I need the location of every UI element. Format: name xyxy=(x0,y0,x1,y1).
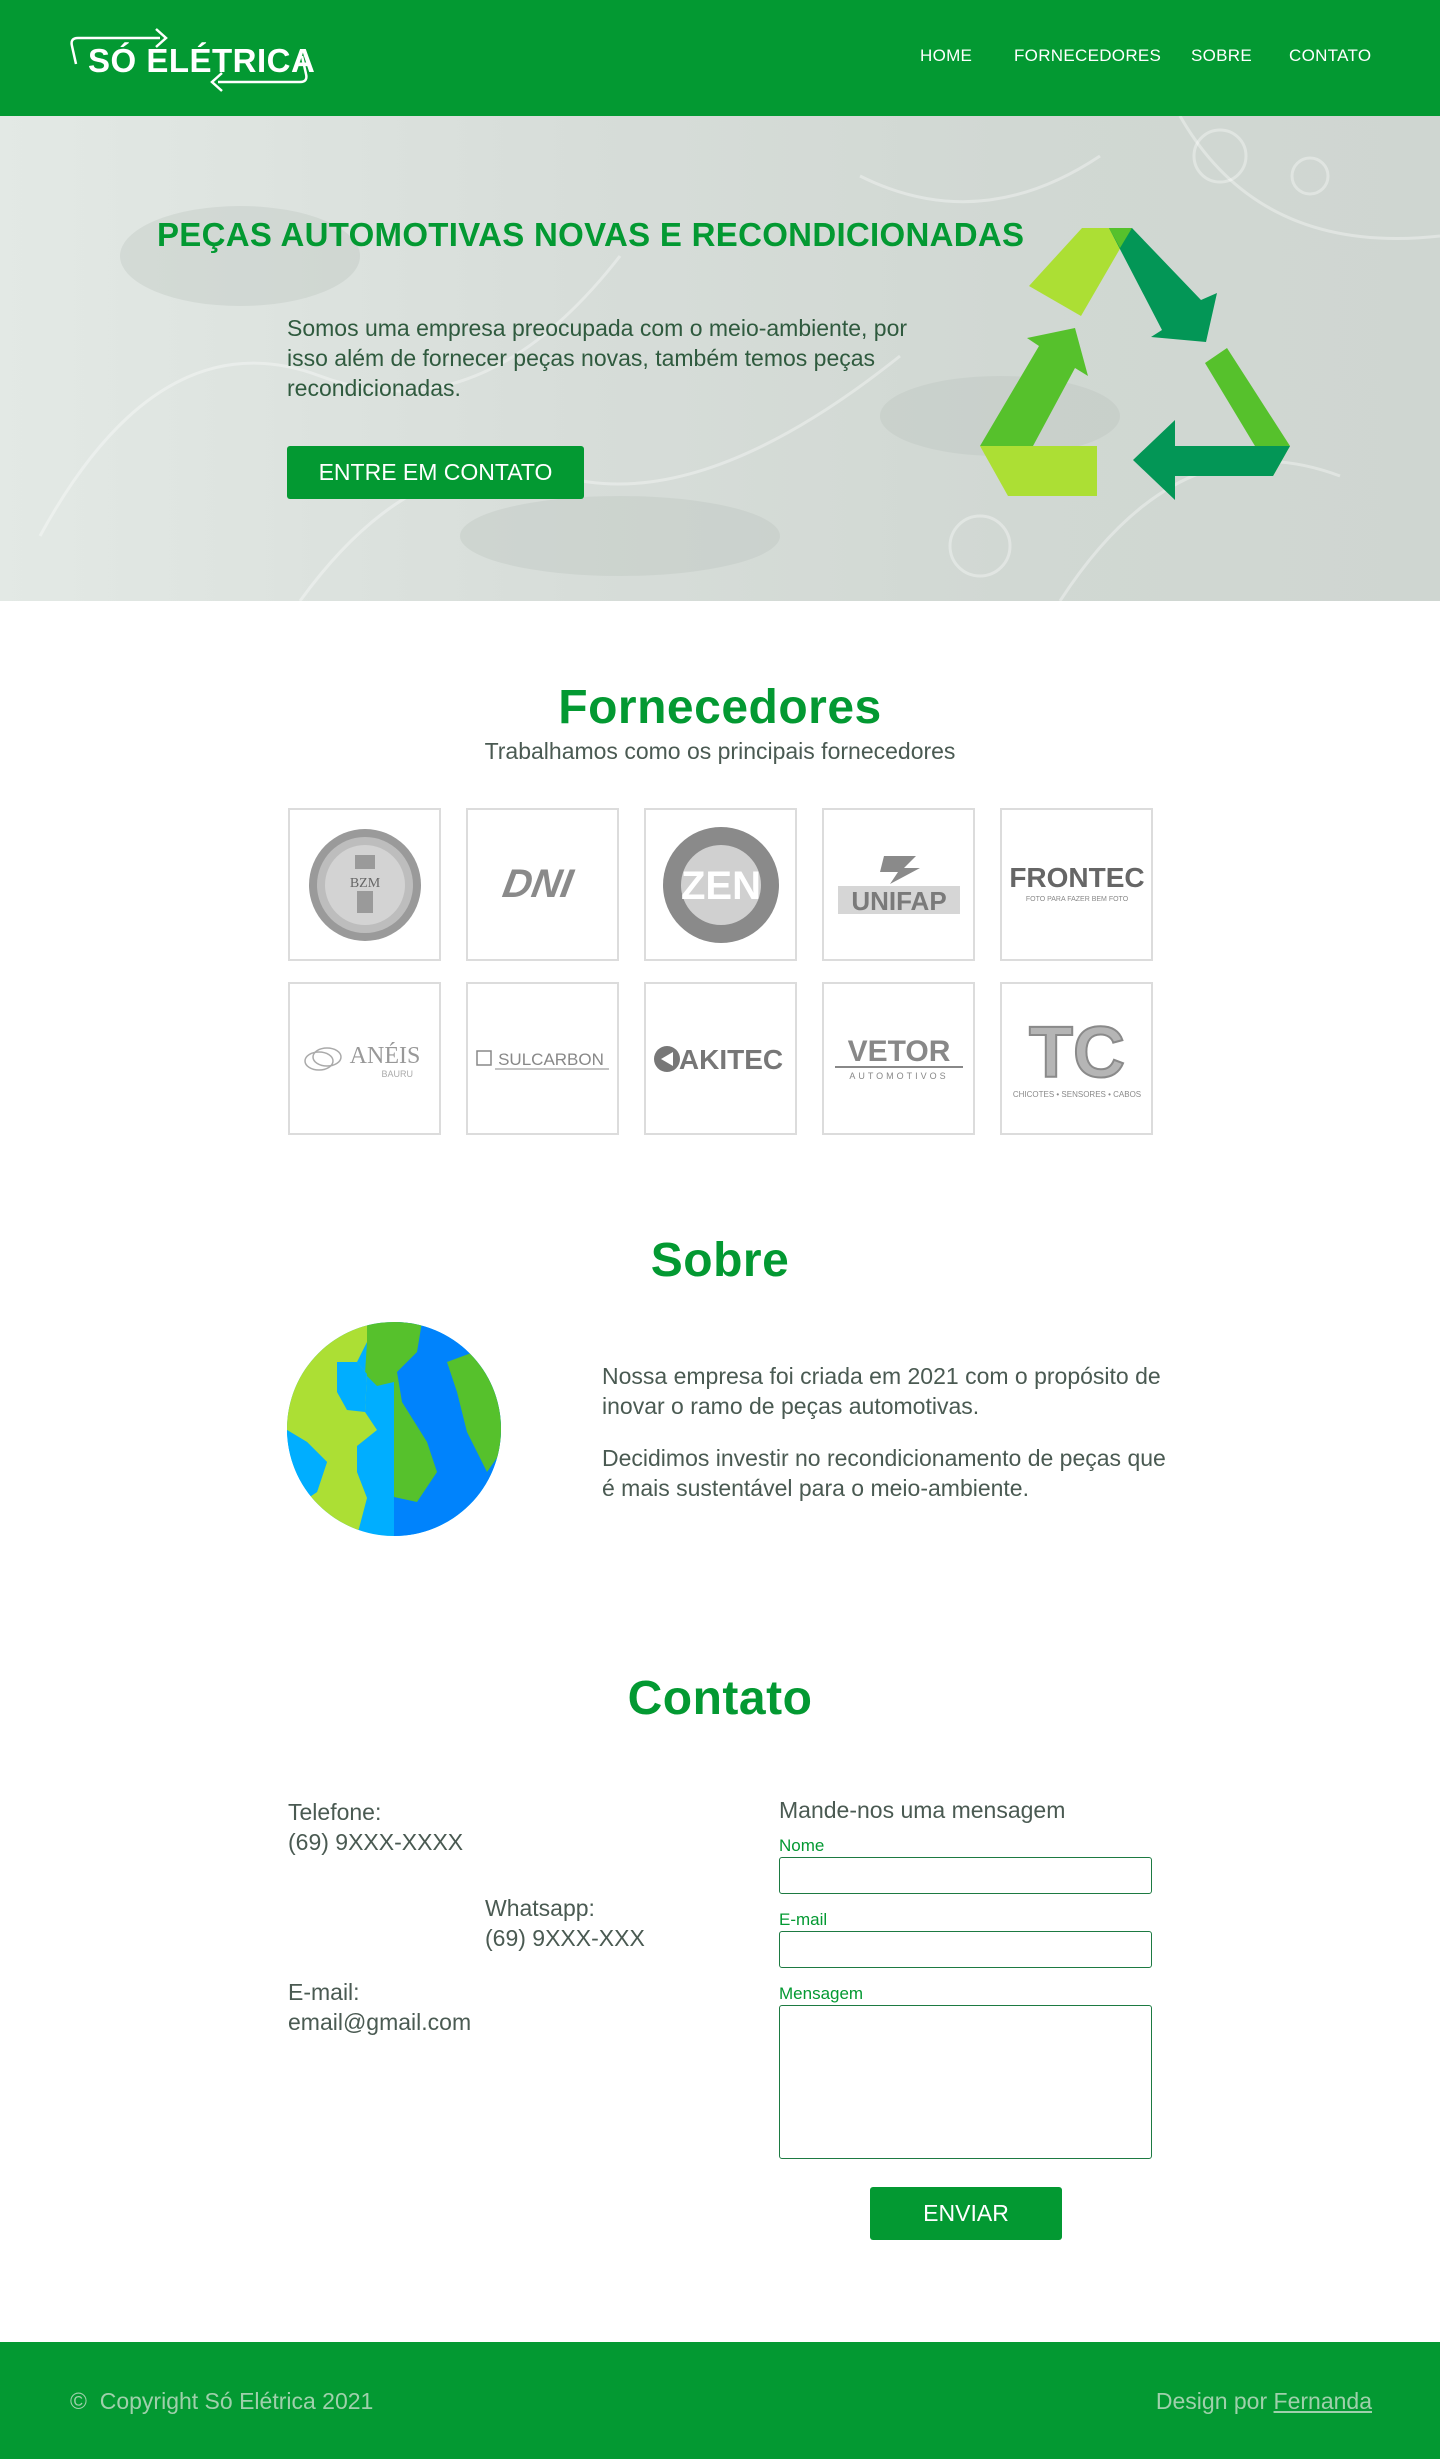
nav-contato[interactable]: CONTATO xyxy=(1289,46,1371,66)
frontec-logo-icon: FRONTEC FOTO PARA FAZER BEM FOTO xyxy=(1009,862,1144,903)
svg-text:TC: TC xyxy=(1029,1013,1125,1093)
dni-logo-icon: DNI xyxy=(499,861,577,906)
name-input[interactable] xyxy=(779,1857,1152,1894)
svg-text:CHICOTES • SENSORES • CABOS: CHICOTES • SENSORES • CABOS xyxy=(1012,1090,1140,1099)
email-input[interactable] xyxy=(779,1931,1152,1968)
site-footer: © Copyright Só Elétrica 2021 Design por … xyxy=(0,2342,1440,2459)
phone-label: Telefone: xyxy=(288,1799,382,1825)
footer-copyright: © Copyright Só Elétrica 2021 xyxy=(70,2388,373,2415)
supplier-logo-unifap[interactable]: UNIFAP xyxy=(822,808,975,961)
copyright-text: Copyright Só Elétrica 2021 xyxy=(99,2388,374,2414)
nav-fornecedores[interactable]: FORNECEDORES xyxy=(1014,46,1161,66)
message-field-label: Mensagem xyxy=(779,1984,864,2003)
whatsapp-value: (69) 9XXX-XXX xyxy=(485,1925,645,1951)
vetor-logo-icon: VETOR AUTOMOTIVOS xyxy=(834,1035,963,1081)
svg-text:AKITEC: AKITEC xyxy=(678,1044,782,1075)
globe-icon xyxy=(287,1322,501,1536)
whatsapp-label: Whatsapp: xyxy=(485,1895,595,1921)
email-label: E-mail: xyxy=(288,1979,360,2005)
svg-text:ANÉIS: ANÉIS xyxy=(349,1043,420,1069)
contact-title: Contato xyxy=(627,1672,813,1725)
zen-logo-icon: ZEN xyxy=(662,826,779,943)
svg-text:DNI: DNI xyxy=(499,861,577,906)
suppliers-subtitle: Trabalhamos como os principais fornecedo… xyxy=(484,738,956,764)
svg-text:FRONTEC: FRONTEC xyxy=(1009,862,1144,893)
send-button[interactable]: ENVIAR xyxy=(870,2187,1062,2240)
supplier-logo-frontec[interactable]: FRONTEC FOTO PARA FAZER BEM FOTO xyxy=(1000,808,1153,961)
unifap-logo-icon: UNIFAP xyxy=(837,855,960,916)
copyright-icon: © xyxy=(70,2388,87,2414)
svg-text:UNIFAP: UNIFAP xyxy=(851,886,946,916)
hero-title: PEÇAS AUTOMOTIVAS NOVAS E RECONDICIONADA… xyxy=(157,216,1025,253)
supplier-logo-tc[interactable]: TC CHICOTES • SENSORES • CABOS xyxy=(1000,982,1153,1135)
hero-description: Somos uma empresa preocupada com o meio-… xyxy=(287,315,908,401)
supplier-logo-aneis[interactable]: ANÉIS BAURU xyxy=(288,982,441,1135)
supplier-logo-sulcarbon[interactable]: SULCARBON xyxy=(466,982,619,1135)
tc-logo-icon: TC CHICOTES • SENSORES • CABOS xyxy=(1012,1012,1140,1099)
svg-text:SULCARBON: SULCARBON xyxy=(498,1050,604,1069)
about-paragraph-1: Nossa empresa foi criada em 2021 com o p… xyxy=(602,1363,1161,1419)
svg-text:VETOR: VETOR xyxy=(847,1035,950,1068)
supplier-logo-akitec[interactable]: AKITEC xyxy=(644,982,797,1135)
design-prefix: Design por xyxy=(1155,2388,1268,2414)
about-paragraph-2: Decidimos investir no recondicionamento … xyxy=(602,1445,1166,1501)
svg-text:BAURU: BAURU xyxy=(381,1069,413,1079)
aneis-logo-icon: ANÉIS BAURU xyxy=(303,1043,420,1079)
sulcarbon-logo-icon: SULCARBON xyxy=(475,1050,609,1069)
nav-sobre[interactable]: SOBRE xyxy=(1191,46,1252,66)
site-logo[interactable]: SÓ ELÉTRICA xyxy=(68,24,316,96)
svg-text:BZM: BZM xyxy=(349,876,380,891)
recycle-icon xyxy=(980,228,1290,500)
akitec-logo-icon: AKITEC xyxy=(653,1044,783,1075)
about-title: Sobre xyxy=(650,1234,790,1287)
form-title: Mande-nos uma mensagem xyxy=(779,1797,1066,1823)
supplier-logo-vetor[interactable]: VETOR AUTOMOTIVOS xyxy=(822,982,975,1135)
hero-section: PEÇAS AUTOMOTIVAS NOVAS E RECONDICIONADA… xyxy=(0,116,1440,601)
phone-value: (69) 9XXX-XXXX xyxy=(288,1829,464,1855)
supplier-logo-dni[interactable]: DNI xyxy=(466,808,619,961)
supplier-logo-bzm[interactable]: BZM xyxy=(288,808,441,961)
svg-text:FOTO PARA FAZER BEM FOTO: FOTO PARA FAZER BEM FOTO xyxy=(1025,896,1128,903)
message-textarea[interactable] xyxy=(779,2005,1152,2159)
footer-design-credit: Design por Fernanda xyxy=(1156,2388,1372,2415)
svg-text:AUTOMOTIVOS: AUTOMOTIVOS xyxy=(849,1071,948,1081)
bzm-logo-icon: BZM xyxy=(308,828,421,941)
email-value[interactable]: email@gmail.com xyxy=(288,2007,471,2037)
supplier-logo-zen[interactable]: ZEN xyxy=(644,808,797,961)
contact-cta-button[interactable]: ENTRE EM CONTATO xyxy=(287,446,584,499)
email-field-label: E-mail xyxy=(779,1910,828,1929)
designer-link[interactable]: Fernanda xyxy=(1274,2388,1372,2414)
site-header: SÓ ELÉTRICA HOME FORNECEDORES SOBRE CONT… xyxy=(0,0,1440,116)
nav-home[interactable]: HOME xyxy=(920,46,972,66)
svg-text:ZEN: ZEN xyxy=(681,864,761,908)
suppliers-title: Fornecedores xyxy=(558,681,882,734)
logo-text: SÓ ELÉTRICA xyxy=(88,42,316,79)
name-field-label: Nome xyxy=(779,1836,825,1855)
